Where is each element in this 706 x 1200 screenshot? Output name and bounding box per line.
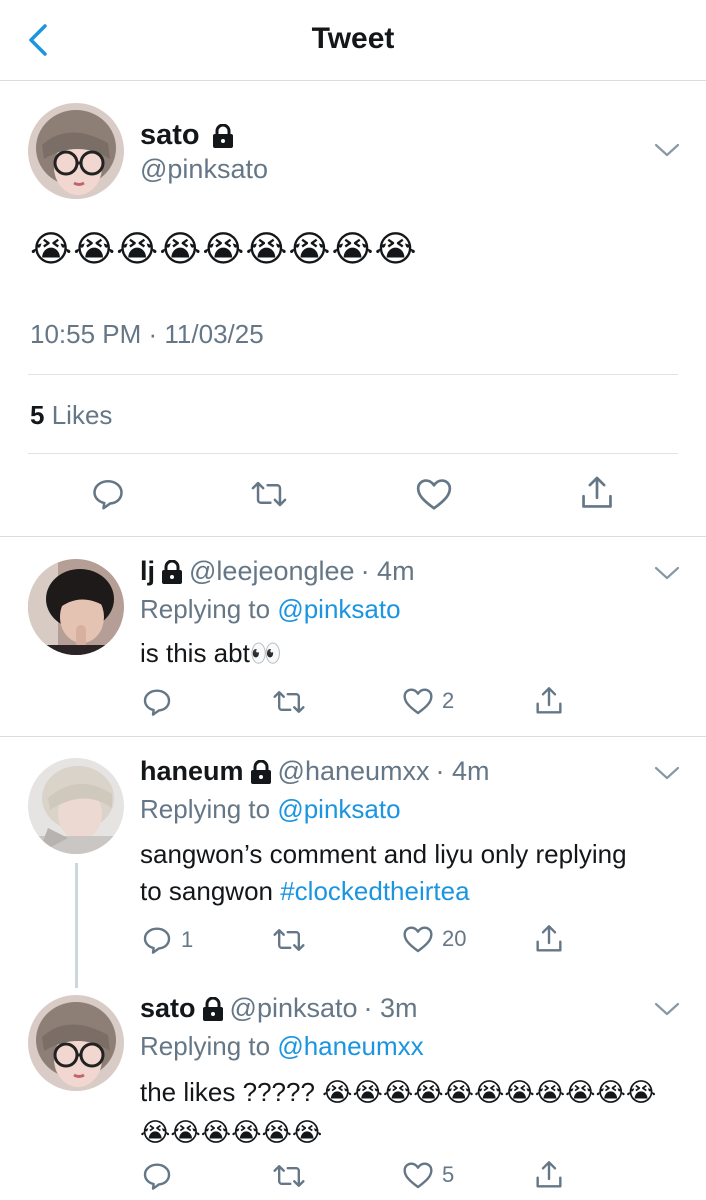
reply-icon [143,927,171,954]
reply-icon [93,479,123,510]
chevron-down-icon [654,1002,680,1016]
chevron-down-icon [654,143,680,157]
reply-time: · 4m [360,556,415,586]
retweet-button[interactable] [272,924,306,956]
tweet-options-button[interactable] [654,1000,680,1023]
replying-to-line: Replying to @pinksato [140,794,401,825]
tweet-options-button[interactable] [654,564,680,587]
like-button[interactable] [415,476,453,512]
reply-header: haneum @haneumxx · 4m [140,756,490,787]
chevron-down-icon [654,766,680,780]
reply-button[interactable] [141,686,181,718]
tweet-timestamp[interactable]: 10:55 PM · 11/03/25 [30,319,264,350]
likes-count: 5 [30,400,45,430]
reply-author-handle[interactable]: @haneumxx [278,756,430,787]
chevron-down-icon [654,566,680,580]
retweet-icon [251,481,287,507]
replying-to-line: Replying to @haneumxx [140,1031,424,1062]
lock-icon [202,996,223,1021]
reply-button[interactable] [141,1160,181,1192]
retweet-icon [273,929,305,951]
like-icon [403,688,433,715]
share-icon [582,476,612,508]
reply-text-content: is this abt👀 [140,638,283,668]
reply-author-name[interactable]: lj [140,556,155,587]
like-count: 5 [442,1162,455,1187]
reply-count: 1 [181,927,194,952]
like-count: 2 [442,688,455,713]
lock-icon [250,759,271,784]
share-icon [536,925,562,952]
reply-text: the likes ????? 😭😭😭😭😭😭😭😭😭😭😭😭😭😭😭😭😭 [140,1072,660,1152]
lock-icon [212,123,233,148]
share-button[interactable] [533,684,565,718]
reply-header: sato @pinksato · 3m [140,993,418,1024]
likes-label: Likes [51,400,113,430]
like-button[interactable]: 20 [402,924,466,954]
share-button[interactable] [533,922,565,956]
like-count: 20 [442,926,467,951]
reply-header: lj @leejeonglee · 4m [140,556,415,587]
tweet-options-button[interactable] [654,141,680,164]
avatar[interactable] [28,758,124,854]
replying-to-handle[interactable]: @haneumxx [277,1031,423,1061]
replying-label: Replying to [140,594,271,624]
avatar[interactable] [28,559,124,655]
replying-to-handle[interactable]: @pinksato [277,794,400,824]
replying-to-handle[interactable]: @pinksato [277,594,400,624]
replying-label: Replying to [140,794,271,824]
avatar[interactable] [28,995,124,1091]
reply-text: sangwon’s comment and liyu only replying… [140,836,640,910]
tweet-options-button[interactable] [654,764,680,787]
reply-author-handle[interactable]: @pinksato [230,993,358,1024]
share-icon [536,1161,562,1188]
share-button[interactable] [578,474,616,512]
reply-author-name[interactable]: haneum [140,756,244,787]
retweet-icon [273,1165,305,1187]
thread-connector [75,863,78,988]
author-row: sato [140,119,234,152]
hashtag-link[interactable]: #clockedtheirtea [280,876,469,906]
retweet-button[interactable] [272,1160,306,1192]
replying-to-line: Replying to @pinksato [140,594,401,625]
reply-author-name[interactable]: sato [140,993,196,1024]
share-icon [536,687,562,714]
like-icon [403,926,433,953]
top-bar: Tweet [0,0,706,81]
like-button[interactable]: 5 [402,1160,454,1190]
reply-author-handle[interactable]: @leejeonglee [189,556,355,587]
divider [0,736,706,737]
tweet-text: 😭😭😭😭😭😭😭😭😭 [30,228,418,269]
author-name[interactable]: sato [140,119,200,152]
like-icon [416,479,452,510]
like-icon [403,1162,433,1189]
avatar[interactable] [28,103,124,199]
reply-text-content: the likes ????? 😭😭😭😭😭😭😭😭😭😭😭😭😭😭😭😭😭 [140,1077,657,1147]
divider [0,536,706,537]
reply-icon [143,1163,171,1190]
lock-icon [162,559,183,584]
divider [28,374,678,375]
reply-button[interactable] [90,476,126,512]
reply-time: · 3m [363,993,418,1023]
reply-button[interactable]: 1 [141,924,193,956]
retweet-icon [273,691,305,713]
share-button[interactable] [533,1158,565,1192]
retweet-button[interactable] [250,476,288,512]
reply-icon [143,689,171,716]
reply-text: is this abt👀 [140,635,670,672]
likes-stat[interactable]: 5 Likes [30,400,112,431]
author-handle[interactable]: @pinksato [140,154,268,185]
replying-label: Replying to [140,1031,271,1061]
retweet-button[interactable] [272,686,306,718]
like-button[interactable]: 2 [402,686,454,716]
page-title: Tweet [311,22,395,55]
divider [28,453,678,454]
reply-time: · 4m [435,756,490,786]
